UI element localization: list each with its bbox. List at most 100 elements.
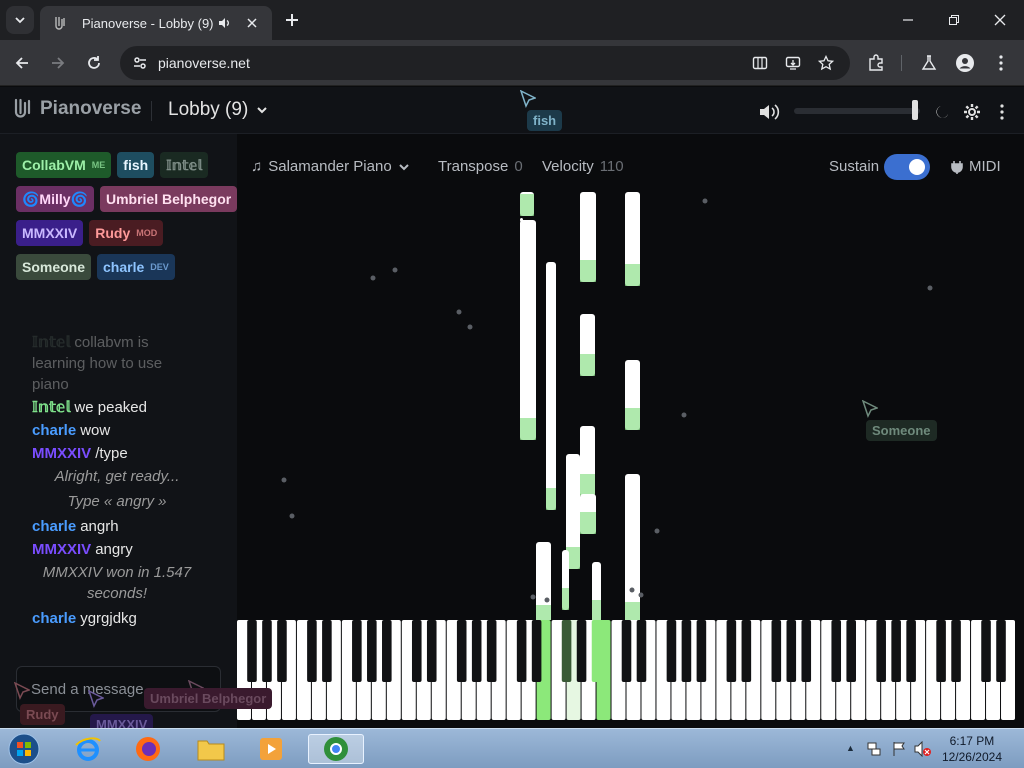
system-clock[interactable]: 6:17 PM 12/26/2024 — [942, 733, 1002, 765]
user-tag[interactable]: Someone — [16, 254, 92, 280]
volume-slider[interactable] — [794, 108, 920, 114]
back-button[interactable] — [11, 52, 33, 74]
address-bar[interactable]: pianoverse.net — [120, 46, 850, 80]
chat-author[interactable]: charle — [32, 422, 76, 439]
black-key[interactable] — [696, 620, 707, 682]
labs-button[interactable] — [918, 52, 940, 74]
chat-author[interactable]: 𝕀𝕟𝕥𝕖𝕝 — [32, 399, 70, 416]
transpose-control[interactable]: Transpose 0 — [438, 158, 523, 175]
midi-button[interactable]: MIDI — [951, 158, 1001, 175]
chat-author[interactable]: charle — [32, 518, 76, 535]
user-tag[interactable]: MMXXIV — [16, 220, 84, 246]
start-button[interactable] — [8, 733, 40, 765]
room-selector[interactable]: Lobby (9) — [168, 99, 268, 121]
black-key[interactable] — [307, 620, 317, 682]
chat-author[interactable]: MMXXIV — [32, 445, 91, 462]
black-key[interactable] — [831, 620, 842, 682]
restore-window-button[interactable] — [944, 10, 964, 30]
minimize-window-button[interactable] — [898, 10, 918, 30]
close-window-button[interactable] — [990, 10, 1010, 30]
black-key[interactable] — [352, 620, 362, 682]
black-key[interactable] — [426, 620, 437, 682]
black-key[interactable] — [936, 620, 946, 682]
black-key[interactable] — [516, 620, 527, 682]
black-key[interactable] — [531, 620, 542, 682]
black-key[interactable] — [666, 620, 677, 682]
black-key[interactable] — [636, 620, 647, 682]
volume-slider-handle[interactable] — [912, 100, 918, 120]
black-key[interactable] — [591, 620, 602, 682]
black-key[interactable] — [322, 620, 332, 682]
chrome-taskbar-button[interactable] — [308, 734, 364, 764]
black-key[interactable] — [456, 620, 467, 682]
settings-button[interactable] — [961, 101, 983, 123]
black-key[interactable] — [681, 620, 692, 682]
piano-keyboard[interactable] — [237, 620, 1016, 720]
brand-logo[interactable]: Pianoverse — [12, 97, 141, 121]
theme-toggle-button[interactable] — [931, 101, 953, 123]
chat-author[interactable]: 𝕀𝕟𝕥𝕖𝕝 — [32, 334, 70, 351]
reload-button[interactable] — [83, 52, 105, 74]
browser-menu-button[interactable] — [990, 52, 1012, 74]
black-key[interactable] — [486, 620, 497, 682]
speaker-muted-icon[interactable] — [914, 741, 932, 757]
bookmark-star-icon — [818, 55, 834, 71]
volume-button[interactable] — [758, 101, 780, 123]
media-player-icon[interactable] — [255, 734, 287, 764]
black-key[interactable] — [621, 620, 632, 682]
audio-playing-icon[interactable] — [216, 15, 232, 31]
particle — [638, 592, 644, 598]
black-key[interactable] — [247, 620, 257, 682]
black-key[interactable] — [801, 620, 812, 682]
remote-cursor-label: fish — [527, 110, 563, 131]
user-tag[interactable]: 𝕀𝕟𝕥𝕖𝕝 — [160, 152, 209, 178]
black-key[interactable] — [277, 620, 287, 682]
browser-tab[interactable]: Pianoverse - Lobby (9) — [40, 6, 272, 40]
tray-expand-icon[interactable]: ▲ — [846, 743, 855, 753]
network-icon[interactable] — [866, 741, 882, 757]
action-center-flag-icon[interactable] — [891, 741, 907, 757]
close-tab-icon[interactable] — [244, 15, 260, 31]
profile-button[interactable] — [954, 52, 976, 74]
chat-author[interactable]: charle — [32, 610, 76, 627]
black-key[interactable] — [906, 620, 916, 682]
black-key[interactable] — [262, 620, 272, 682]
user-tag[interactable]: CollabVM ME — [16, 152, 112, 178]
chat-message: charle wow — [32, 420, 202, 441]
app-menu-button[interactable] — [991, 101, 1013, 123]
black-key[interactable] — [891, 620, 901, 682]
black-key[interactable] — [786, 620, 797, 682]
user-tag[interactable]: Umbriel Belphegor — [99, 186, 238, 212]
velocity-control[interactable]: Velocity 110 — [542, 158, 624, 175]
chrome-icon — [324, 737, 348, 761]
chat-author[interactable]: MMXXIV — [32, 541, 91, 558]
black-key[interactable] — [996, 620, 1006, 682]
user-tag[interactable]: charle DEV — [97, 254, 175, 280]
black-key[interactable] — [951, 620, 961, 682]
user-tag[interactable]: Rudy MOD — [89, 220, 164, 246]
user-tag[interactable]: fish — [117, 152, 155, 178]
black-key[interactable] — [561, 620, 572, 682]
user-tag[interactable]: 🌀Milly🌀 — [16, 186, 94, 212]
black-key[interactable] — [771, 620, 782, 682]
file-explorer-icon[interactable] — [195, 734, 227, 764]
black-key[interactable] — [981, 620, 991, 682]
black-key[interactable] — [576, 620, 587, 682]
black-key[interactable] — [367, 620, 377, 682]
black-key[interactable] — [726, 620, 737, 682]
site-info-icon — [134, 57, 146, 69]
extensions-button[interactable] — [865, 52, 887, 74]
black-key[interactable] — [846, 620, 857, 682]
black-key[interactable] — [471, 620, 482, 682]
internet-explorer-icon[interactable] — [72, 734, 104, 764]
firefox-icon[interactable] — [132, 734, 164, 764]
tab-search-dropdown-button[interactable] — [6, 6, 34, 34]
black-key[interactable] — [741, 620, 752, 682]
instrument-selector[interactable]: ♫ Salamander Piano — [251, 158, 410, 175]
new-tab-button[interactable] — [282, 10, 302, 30]
black-key[interactable] — [382, 620, 392, 682]
forward-button[interactable] — [47, 52, 69, 74]
sustain-toggle[interactable] — [884, 154, 930, 180]
black-key[interactable] — [876, 620, 886, 682]
black-key[interactable] — [411, 620, 422, 682]
